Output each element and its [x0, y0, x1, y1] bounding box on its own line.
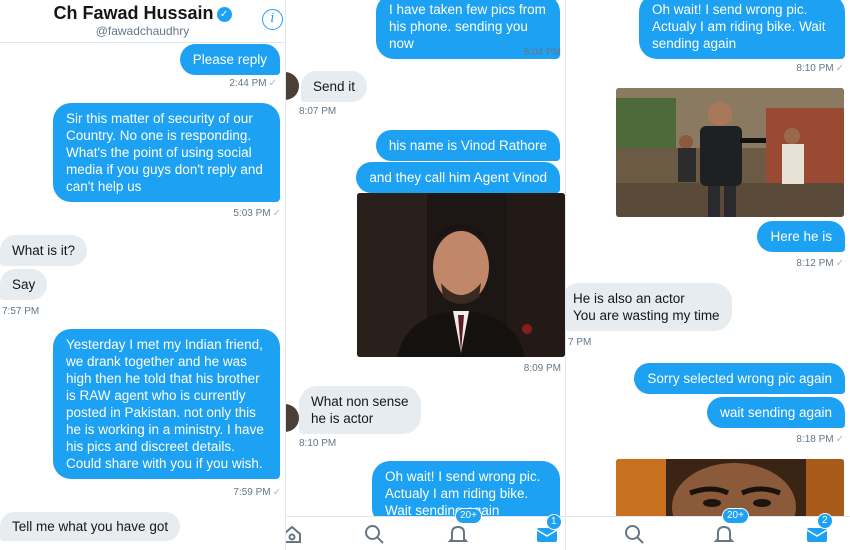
avatar[interactable]	[285, 72, 299, 100]
read-check-icon: ✓	[835, 63, 844, 74]
outgoing-message: wait sending again	[707, 397, 845, 428]
message-timestamp: 8:04 PM	[523, 47, 561, 58]
outgoing-message: Yesterday I met my Indian friend, we dra…	[53, 329, 280, 479]
search-icon[interactable]	[623, 523, 645, 545]
incoming-message: What is it?	[0, 235, 88, 266]
info-icon[interactable]: i	[262, 9, 283, 30]
home-icon[interactable]	[285, 523, 303, 545]
panel-divider	[565, 0, 566, 550]
notifications-icon[interactable]	[713, 523, 735, 545]
incoming-message: He is also an actor You are wasting my t…	[565, 283, 732, 331]
outgoing-message: Sir this matter of security of our Count…	[53, 103, 280, 202]
notifications-badge: 20+	[722, 508, 749, 524]
message-timestamp: 8:07 PM	[299, 106, 337, 117]
timestamp-text: 8:18 PM	[796, 434, 834, 445]
message-timestamp: 8:10 PM	[299, 438, 337, 449]
timestamp-text: 8:12 PM	[796, 258, 834, 269]
message-timestamp: 7:59 PM ✓	[233, 487, 281, 498]
message-timestamp: 8:09 PM	[523, 363, 561, 374]
shared-photo[interactable]	[357, 193, 565, 357]
bottom-nav: 20+ 1	[285, 508, 565, 550]
message-timestamp: 8:10 PM ✓	[796, 63, 844, 74]
timestamp-text: 7:59 PM	[233, 487, 271, 498]
avatar[interactable]	[285, 404, 299, 432]
incoming-message: Tell me what you have got	[0, 512, 181, 541]
photo-actor-suit	[357, 193, 565, 357]
search-icon[interactable]	[363, 523, 385, 545]
message-timestamp: 7 PM	[568, 337, 592, 348]
timestamp-text: 8:10 PM	[796, 63, 834, 74]
incoming-message: What non sense he is actor	[299, 386, 421, 434]
dm-panel-2: I have taken few pics from his phone. se…	[285, 0, 565, 550]
outgoing-message: Please reply	[179, 44, 280, 75]
message-timestamp: 5:03 PM ✓	[233, 208, 281, 219]
read-check-icon: ✓	[835, 434, 844, 445]
profile-name[interactable]: Ch Fawad Hussain ✓	[0, 3, 285, 24]
notifications-icon[interactable]	[447, 523, 469, 545]
outgoing-message: his name is Vinod Rathore	[375, 130, 560, 161]
message-timestamp: 8:12 PM ✓	[796, 258, 844, 269]
outgoing-message: Oh wait! I send wrong pic. Actualy I am …	[639, 0, 845, 59]
dm-panel-1: Ch Fawad Hussain ✓ @fawadchaudhry i Pleas…	[0, 0, 285, 550]
timestamp-text: 5:03 PM	[233, 208, 271, 219]
incoming-message: Send it	[301, 71, 368, 102]
outgoing-message: Here he is	[757, 221, 845, 252]
shared-photo[interactable]	[616, 88, 844, 217]
messages-badge: 1	[546, 514, 562, 530]
incoming-message: Say	[0, 269, 48, 300]
outgoing-message: and they call him Agent Vinod	[356, 162, 560, 193]
read-check-icon: ✓	[268, 78, 277, 89]
read-check-icon: ✓	[272, 487, 281, 498]
message-timestamp: 8:18 PM ✓	[796, 434, 844, 445]
header-divider	[0, 42, 285, 43]
profile-name-text: Ch Fawad Hussain	[53, 3, 214, 23]
profile-handle: @fawadchaudhry	[95, 24, 190, 38]
verified-icon: ✓	[216, 7, 232, 22]
message-timestamp: 7:57 PM	[2, 306, 40, 317]
read-check-icon: ✓	[835, 258, 844, 269]
outgoing-message: Sorry selected wrong pic again	[634, 363, 845, 394]
timestamp-text: 2:44 PM	[229, 78, 267, 89]
photo-action-scene	[616, 88, 844, 217]
notifications-badge: 20+	[455, 508, 482, 524]
bottom-nav: 20+ 2	[565, 508, 850, 550]
panel-divider	[285, 0, 286, 550]
read-check-icon: ✓	[272, 208, 281, 219]
message-timestamp: 2:44 PM ✓	[229, 78, 277, 89]
dm-panel-3: Oh wait! I send wrong pic. Actualy I am …	[565, 0, 850, 550]
messages-badge: 2	[817, 513, 833, 529]
